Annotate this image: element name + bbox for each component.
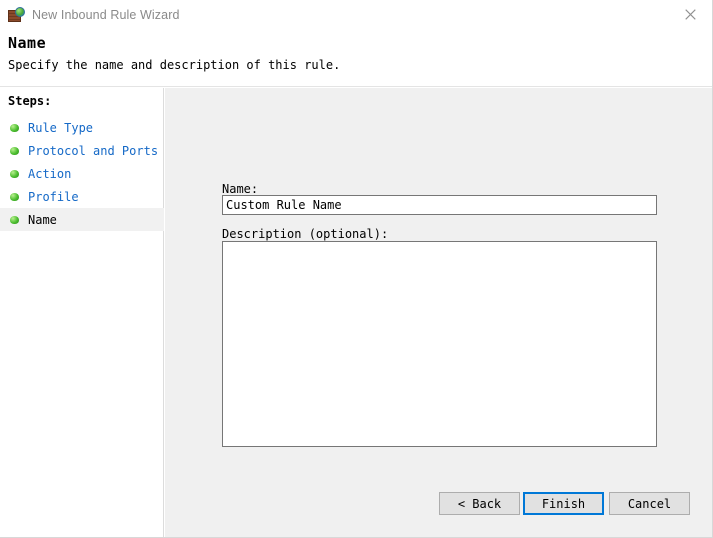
content-pane: Name: Description (optional): < Back Fin… [165, 88, 712, 538]
step-bullet-icon [10, 193, 19, 201]
name-input[interactable] [222, 195, 657, 215]
sidebar-item-label: Name [28, 213, 57, 227]
step-bullet-icon [10, 216, 19, 224]
window-title: New Inbound Rule Wizard [32, 8, 180, 22]
close-icon[interactable] [668, 0, 713, 29]
sidebar-item-name[interactable]: Name [0, 208, 164, 231]
description-input[interactable] [222, 241, 657, 447]
page-header: Name Specify the name and description of… [0, 30, 713, 87]
sidebar-item-rule-type[interactable]: Rule Type [0, 116, 164, 139]
description-field-label: Description (optional): [222, 227, 388, 241]
page-subtitle: Specify the name and description of this… [8, 58, 340, 72]
name-field-label: Name: [222, 182, 258, 196]
cancel-button[interactable]: Cancel [609, 492, 690, 515]
sidebar-item-label: Profile [28, 190, 79, 204]
title-bar: New Inbound Rule Wizard [0, 0, 713, 30]
back-button[interactable]: < Back [439, 492, 520, 515]
steps-sidebar: Steps: Rule Type Protocol and Ports Acti… [0, 88, 164, 538]
wizard-window: New Inbound Rule Wizard Name Specify the… [0, 0, 713, 538]
sidebar-item-action[interactable]: Action [0, 162, 164, 185]
footer-buttons: < Back Finish Cancel [165, 480, 712, 538]
steps-list: Rule Type Protocol and Ports Action Prof… [0, 116, 164, 231]
steps-heading: Steps: [8, 94, 51, 108]
sidebar-item-label: Rule Type [28, 121, 93, 135]
sidebar-item-protocol-and-ports[interactable]: Protocol and Ports [0, 139, 164, 162]
step-bullet-icon [10, 147, 19, 155]
page-title: Name [8, 34, 46, 52]
step-bullet-icon [10, 124, 19, 132]
sidebar-item-label: Action [28, 167, 71, 181]
step-bullet-icon [10, 170, 19, 178]
firewall-globe-icon [8, 7, 24, 23]
sidebar-item-profile[interactable]: Profile [0, 185, 164, 208]
finish-button[interactable]: Finish [523, 492, 604, 515]
sidebar-item-label: Protocol and Ports [28, 144, 158, 158]
